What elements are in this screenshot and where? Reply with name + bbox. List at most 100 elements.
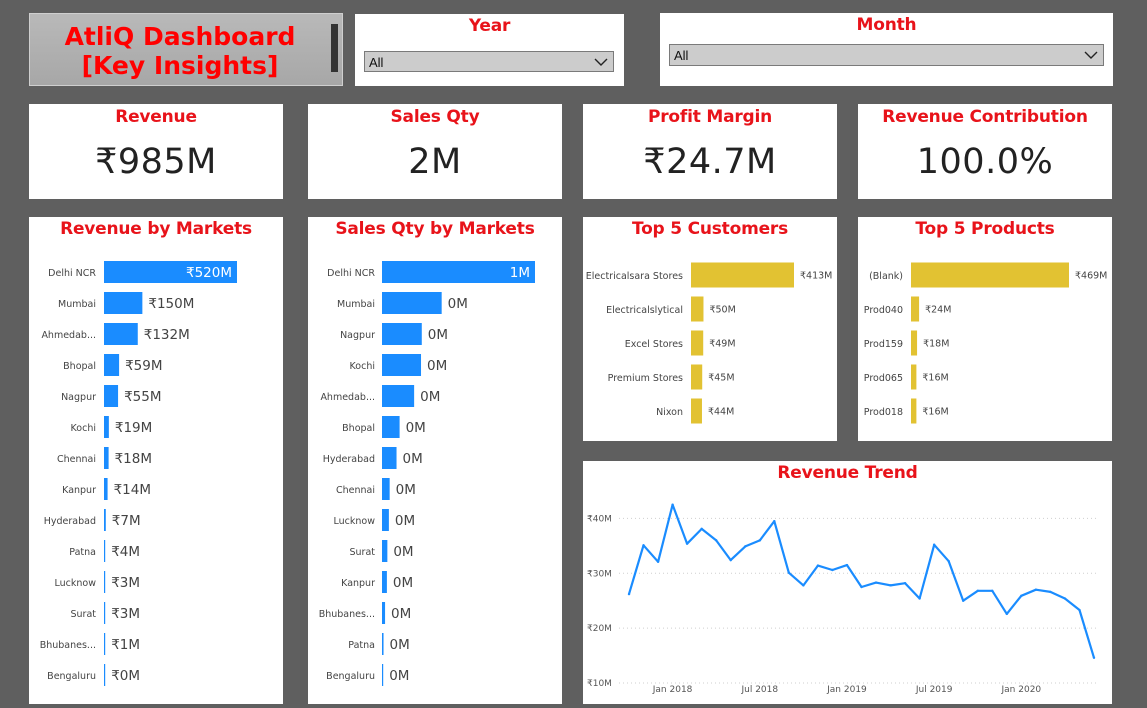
bar[interactable] <box>104 602 106 624</box>
category-label: Prod018 <box>864 407 903 418</box>
title-scrollbar[interactable] <box>331 24 338 72</box>
data-label: ₹59M <box>125 358 162 374</box>
bar[interactable] <box>104 633 106 655</box>
data-point[interactable] <box>758 539 761 542</box>
data-point[interactable] <box>932 543 936 546</box>
bar[interactable] <box>104 447 109 469</box>
data-point[interactable] <box>947 560 950 563</box>
data-label: ₹4M <box>111 544 140 560</box>
kpi-profit-margin-card: Profit Margin ₹24.7M <box>583 104 837 199</box>
bar[interactable] <box>104 478 108 500</box>
bar[interactable] <box>691 262 794 288</box>
data-label: ₹14M <box>114 482 151 498</box>
bar[interactable] <box>104 416 109 438</box>
data-point[interactable] <box>642 544 645 547</box>
category-label: Mumbai <box>58 299 96 310</box>
year-dropdown[interactable]: All <box>364 51 614 72</box>
bar[interactable] <box>382 447 397 469</box>
bar[interactable] <box>691 398 702 424</box>
bar[interactable] <box>691 296 704 322</box>
data-label: 0M <box>448 296 468 312</box>
bar[interactable] <box>911 364 917 390</box>
bar[interactable] <box>382 323 422 345</box>
data-label: 0M <box>427 358 447 374</box>
data-point[interactable] <box>1005 612 1009 616</box>
bar[interactable] <box>911 330 918 356</box>
data-point[interactable] <box>874 581 878 584</box>
category-label: Mumbai <box>337 299 375 310</box>
kpi-sales-qty-title: Sales Qty <box>390 107 480 127</box>
data-point[interactable] <box>816 564 820 567</box>
bar[interactable] <box>104 664 106 686</box>
bar[interactable] <box>382 385 415 407</box>
bar[interactable] <box>911 398 917 424</box>
bar[interactable] <box>691 330 704 356</box>
bar[interactable] <box>382 292 442 314</box>
data-point[interactable] <box>714 539 718 542</box>
bar[interactable] <box>104 571 106 593</box>
bar[interactable] <box>382 540 388 562</box>
data-point[interactable] <box>903 581 907 585</box>
data-label: 0M <box>393 544 413 560</box>
bar[interactable] <box>104 292 143 314</box>
data-label: 0M <box>396 482 416 498</box>
revenue-trend-line[interactable] <box>627 503 1096 659</box>
category-label: Delhi NCR <box>327 268 375 279</box>
data-point[interactable] <box>845 563 849 567</box>
revenue-by-markets-chart: Delhi NCR ₹520M Mumbai ₹150M Ahmedab... ₹132M… <box>40 261 237 686</box>
data-point[interactable] <box>685 542 689 545</box>
bar[interactable] <box>104 385 119 407</box>
bar[interactable] <box>382 478 390 500</box>
bar[interactable] <box>911 296 920 322</box>
category-label: Chennai <box>57 454 96 465</box>
data-point[interactable] <box>1034 588 1038 591</box>
data-point[interactable] <box>802 584 805 587</box>
category-label: Ahmedab... <box>41 330 96 341</box>
category-label: Lucknow <box>334 516 376 527</box>
data-point[interactable] <box>744 545 747 548</box>
data-point[interactable] <box>889 584 892 587</box>
data-point[interactable] <box>1020 594 1023 597</box>
data-point[interactable] <box>787 571 791 574</box>
data-point[interactable] <box>976 589 979 593</box>
bar[interactable] <box>382 602 386 624</box>
data-point[interactable] <box>1049 590 1052 594</box>
year-dropdown-value: All <box>369 55 384 70</box>
bar[interactable] <box>911 262 1069 288</box>
bar[interactable] <box>104 323 138 345</box>
data-point[interactable] <box>918 597 921 600</box>
bar[interactable] <box>691 364 703 390</box>
data-label: 0M <box>420 389 440 405</box>
data-label: 0M <box>390 637 410 653</box>
data-point[interactable] <box>700 527 703 531</box>
data-point[interactable] <box>962 599 965 602</box>
data-label: 0M <box>393 575 413 591</box>
bar[interactable] <box>382 633 384 655</box>
bar[interactable] <box>382 571 387 593</box>
data-point[interactable] <box>991 589 994 593</box>
title-line-1: AtliQ Dashboard <box>64 22 296 51</box>
data-point[interactable] <box>1078 608 1081 612</box>
bar[interactable] <box>104 509 106 531</box>
data-point[interactable] <box>860 585 863 589</box>
data-point[interactable] <box>1063 597 1067 600</box>
bar[interactable] <box>382 664 384 686</box>
bar[interactable] <box>382 416 400 438</box>
bar[interactable] <box>382 354 422 376</box>
category-label: Kanpur <box>62 485 96 496</box>
bar[interactable] <box>104 354 120 376</box>
data-point[interactable] <box>831 568 834 572</box>
kpi-revenue-contribution-card: Revenue Contribution 100.0% <box>858 104 1112 199</box>
category-label: Ahmedab... <box>320 392 375 403</box>
bar[interactable] <box>104 540 106 562</box>
data-point[interactable] <box>656 560 660 563</box>
data-point[interactable] <box>1092 656 1096 659</box>
category-label: Electricalsara Stores <box>586 271 683 282</box>
data-label: ₹520M <box>186 265 232 281</box>
month-dropdown[interactable]: All <box>669 44 1104 66</box>
data-point[interactable] <box>671 503 674 506</box>
data-point[interactable] <box>627 592 631 596</box>
data-point[interactable] <box>729 558 732 562</box>
bar[interactable] <box>382 509 389 531</box>
data-point[interactable] <box>773 519 776 523</box>
